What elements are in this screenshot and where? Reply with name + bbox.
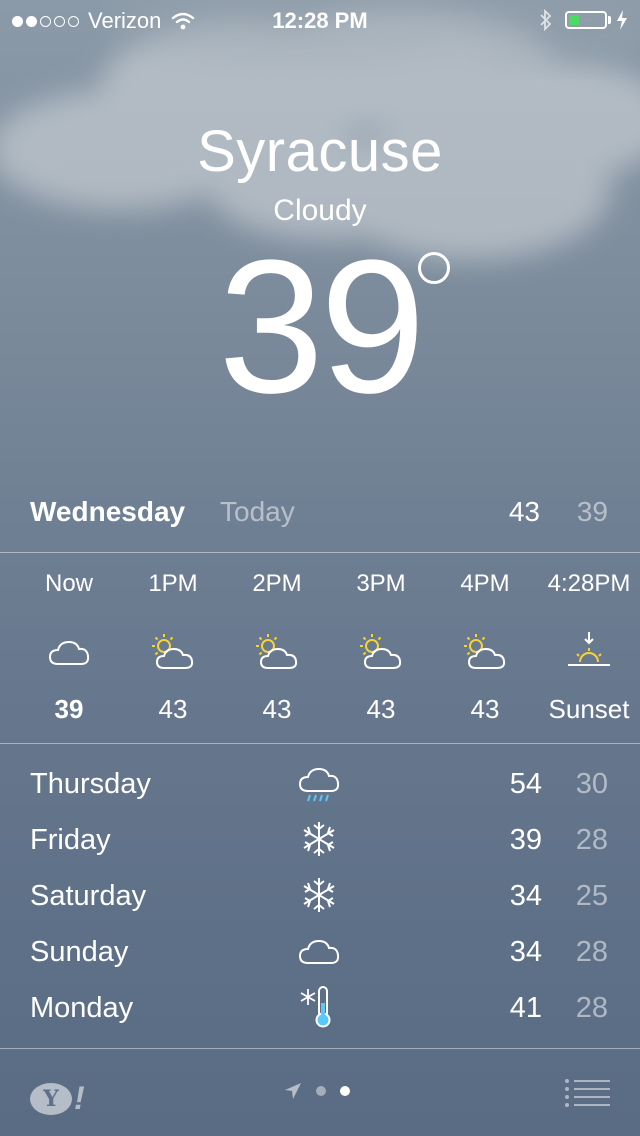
daily-day-name: Saturday [30, 880, 147, 912]
daily-forecast-row: Sunday 34 28 [0, 928, 640, 978]
yahoo-logo-button[interactable]: Y ! [30, 1080, 85, 1117]
partly-sunny-icon [329, 622, 433, 682]
daily-day-name: Monday [30, 992, 134, 1024]
hourly-item: 4:28PM Sunset [537, 570, 640, 725]
daily-high: 54 [509, 768, 542, 800]
hourly-temp: 43 [470, 694, 500, 724]
hourly-forecast[interactable]: Now 39 1PM 43 2PM 43 3PM 43 4PM 43 4:28PM Sunset [0, 570, 640, 730]
daily-high: 34 [509, 936, 542, 968]
daily-day-name: Sunday [30, 936, 129, 968]
snowflake-icon [296, 816, 342, 862]
status-right [539, 9, 628, 31]
hourly-temp: 43 [158, 694, 188, 724]
battery-level [569, 15, 580, 25]
hourly-temp: 43 [366, 694, 396, 724]
hourly-temp: 39 [54, 694, 84, 724]
partly-sunny-icon [433, 622, 537, 682]
daily-day-name: Thursday [30, 768, 151, 800]
daily-high: 34 [509, 880, 542, 912]
daily-forecast-row: Saturday 34 25 [0, 872, 640, 922]
today-label: Today [220, 496, 295, 527]
cloud-icon [296, 928, 342, 974]
hourly-time: 2PM [252, 570, 302, 597]
daily-low: 30 [575, 768, 608, 800]
cold-thermometer-icon [296, 984, 342, 1030]
battery-nub [608, 16, 611, 24]
daily-high: 41 [509, 992, 542, 1024]
today-day-name: Wednesday [30, 496, 186, 527]
charging-bolt-icon [617, 10, 627, 30]
today-high: 43 [508, 496, 540, 527]
daily-low: 28 [575, 936, 608, 968]
yahoo-logo-icon: Y [30, 1082, 72, 1115]
snowflake-icon [296, 872, 342, 918]
hourly-time: 4PM [460, 570, 510, 597]
partly-sunny-icon [121, 622, 225, 682]
partly-sunny-icon [225, 622, 329, 682]
hourly-temp: Sunset [548, 694, 630, 724]
rain-icon [296, 760, 342, 806]
location-arrow-icon [285, 1083, 301, 1099]
page-indicator[interactable] [284, 1082, 350, 1100]
city-list-button[interactable] [564, 1078, 610, 1108]
bluetooth-icon [540, 9, 552, 31]
hourly-time: Now [44, 570, 93, 597]
page-dot[interactable] [316, 1086, 326, 1096]
daily-high: 39 [509, 824, 542, 856]
hourly-time: 3PM [356, 570, 406, 597]
today-summary-row: Wednesday Today 43 39 [0, 496, 640, 538]
city-name: Syracuse [197, 119, 443, 184]
sunset-icon [537, 622, 640, 682]
today-low: 39 [576, 496, 608, 527]
degree-icon [418, 252, 450, 284]
daily-forecast-row: Monday 41 28 [0, 984, 640, 1034]
daily-low: 25 [575, 880, 608, 912]
daily-low: 28 [575, 824, 608, 856]
current-temperature: 39 [218, 221, 425, 433]
bottom-toolbar: Y ! [0, 1050, 640, 1136]
hourly-time: 4:28PM [547, 570, 631, 597]
status-bar: Verizon 12:28 PM [0, 0, 640, 40]
page-dot[interactable] [340, 1086, 350, 1096]
divider [0, 552, 640, 553]
daily-forecast-row: Friday 39 28 [0, 816, 640, 866]
hourly-temp: 43 [262, 694, 292, 724]
daily-day-name: Friday [30, 824, 111, 856]
hourly-item: 1PM 43 [121, 570, 225, 725]
battery-icon [565, 11, 607, 29]
divider [0, 743, 640, 744]
hourly-item: 3PM 43 [329, 570, 433, 725]
daily-low: 28 [575, 992, 608, 1024]
hourly-time: 1PM [148, 570, 198, 597]
divider [0, 1048, 640, 1049]
hourly-item: Now 39 [17, 570, 121, 725]
hourly-item: 4PM 43 [433, 570, 537, 725]
cloud-icon [17, 622, 121, 682]
daily-forecast-row: Thursday 54 30 [0, 760, 640, 810]
hourly-item: 2PM 43 [225, 570, 329, 725]
